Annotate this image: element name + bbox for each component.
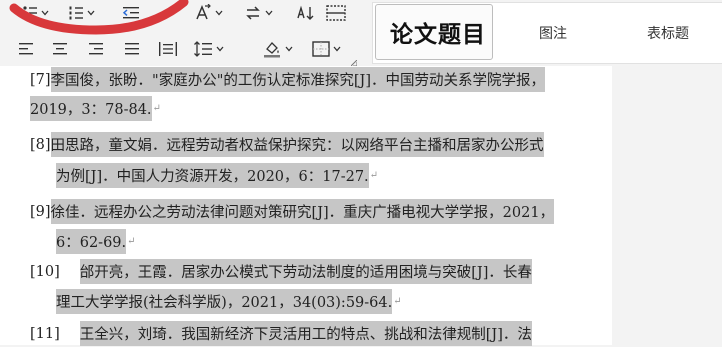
chevron-down-icon <box>333 46 341 52</box>
ribbon-toolbar: 论文题目 图注 表标题 <box>0 0 722 67</box>
reference-7-line-2: 2019，3：78-84. ↵ <box>30 95 161 122</box>
chevron-down-icon <box>216 46 224 52</box>
styles-gallery: 论文题目 图注 表标题 <box>372 2 722 64</box>
reference-number: [11] <box>30 325 60 342</box>
chevron-down-icon <box>215 10 223 16</box>
chevron-down-icon <box>87 10 95 16</box>
reference-8-line-1: [8] 田思路，童文娟．远程劳动者权益保护探究：以网络平台主播和居家办公形式 <box>30 131 544 158</box>
text-direction-button[interactable] <box>194 1 223 25</box>
style-paper-title[interactable]: 论文题目 <box>375 4 493 60</box>
reference-9-line-1: [9] 徐佳．远程办公之劳动法律问题对策研究[J]．重庆广播电视大学学报，2021… <box>30 198 555 225</box>
numbered-list-icon <box>68 5 84 21</box>
distributed-button[interactable] <box>158 37 178 61</box>
replace-button[interactable] <box>244 1 273 25</box>
reference-number: [8] <box>30 136 51 153</box>
reference-text: 徐佳．远程办公之劳动法律问题对策研究[J]．重庆广播电视大学学报，2021， <box>50 199 555 224</box>
reference-7-line-1: [7] 李国俊，张盼．"家庭办公"的工伤认定标准探究[J]．中国劳动关系学院学报， <box>30 66 546 93</box>
sort-button[interactable] <box>296 1 316 25</box>
align-left-icon <box>18 42 34 56</box>
justify-button[interactable] <box>124 37 140 61</box>
align-left-button[interactable] <box>18 37 34 61</box>
shading-button[interactable] <box>262 37 293 61</box>
reference-text: 田思路，童文娟．远程劳动者权益保护探究：以网络平台主播和居家办公形式 <box>50 132 544 157</box>
document-area: [7] 李国俊，张盼．"家庭办公"的工伤认定标准探究[J]．中国劳动关系学院学报，… <box>0 66 722 347</box>
line-spacing-icon <box>193 41 213 57</box>
paragraph-mark-icon: ↵ <box>152 103 161 114</box>
reference-text: 2019，3：78-84. <box>30 96 152 121</box>
distributed-icon <box>158 41 178 57</box>
chevron-down-icon <box>285 46 293 52</box>
decrease-indent-icon <box>122 5 140 21</box>
line-spacing-button[interactable] <box>193 37 224 61</box>
borders-button[interactable] <box>312 37 341 61</box>
document-page[interactable]: [7] 李国俊，张盼．"家庭办公"的工伤认定标准探究[J]．中国劳动关系学院学报，… <box>0 66 612 347</box>
cell-borders-icon <box>326 5 346 21</box>
reference-text: 王全兴，刘琦．我国新经济下灵活用工的特点、挑战和法律规制[J]．法 <box>79 321 532 346</box>
align-center-button[interactable] <box>52 37 68 61</box>
paragraph-mark-icon: ↵ <box>369 170 379 181</box>
reference-text: 邰开亮，王霞．居家办公模式下劳动法制度的适用困境与突破[J]．长春 <box>79 259 532 284</box>
style-figure-caption[interactable]: 图注 <box>513 3 593 63</box>
reference-number: [10] <box>30 263 60 280</box>
reference-10-line-2: 理工大学学报(社会科学版)，2021，34(03):59-64. ↵ <box>56 288 402 315</box>
paragraph-mark-icon: ↵ <box>393 296 402 307</box>
align-right-icon <box>88 42 104 56</box>
shading-icon <box>262 40 282 58</box>
replace-icon <box>244 4 262 22</box>
chevron-down-icon <box>265 10 273 16</box>
reference-9-line-2: 6：62-69. ↵ <box>56 228 136 255</box>
reference-text: 李国俊，张盼．"家庭办公"的工伤认定标准探究[J]．中国劳动关系学院学报， <box>50 67 546 92</box>
reference-number: [9] <box>30 203 51 220</box>
decrease-indent-button[interactable] <box>122 1 140 25</box>
justify-icon <box>124 42 140 56</box>
sort-icon <box>296 4 316 22</box>
paragraph-mark-icon: ↵ <box>127 236 136 247</box>
reference-text: 6：62-69. <box>56 229 127 254</box>
reference-8-line-2: 为例[J]．中国人力资源开发，2020，6：17-27. ↵ <box>56 162 378 189</box>
cell-borders-button[interactable] <box>326 1 346 25</box>
text-direction-icon <box>194 4 212 22</box>
reference-number: [7] <box>30 71 51 88</box>
numbering-button[interactable] <box>68 1 95 25</box>
align-right-button[interactable] <box>88 37 104 61</box>
style-table-title[interactable]: 表标题 <box>628 3 708 63</box>
borders-icon <box>312 41 330 57</box>
reference-10-line-1: [10] 邰开亮，王霞．居家办公模式下劳动法制度的适用困境与突破[J]．长春 <box>30 258 532 285</box>
reference-text: 理工大学学报(社会科学版)，2021，34(03):59-64. <box>56 289 393 314</box>
bullet-list-icon <box>22 5 38 21</box>
reference-text: 为例[J]．中国人力资源开发，2020，6：17-27. <box>56 163 369 188</box>
reference-11-line-1: [11] 王全兴，刘琦．我国新经济下灵活用工的特点、挑战和法律规制[J]．法 <box>30 320 532 347</box>
align-center-icon <box>52 42 68 56</box>
chevron-down-icon <box>41 10 49 16</box>
bullets-button[interactable] <box>22 1 49 25</box>
